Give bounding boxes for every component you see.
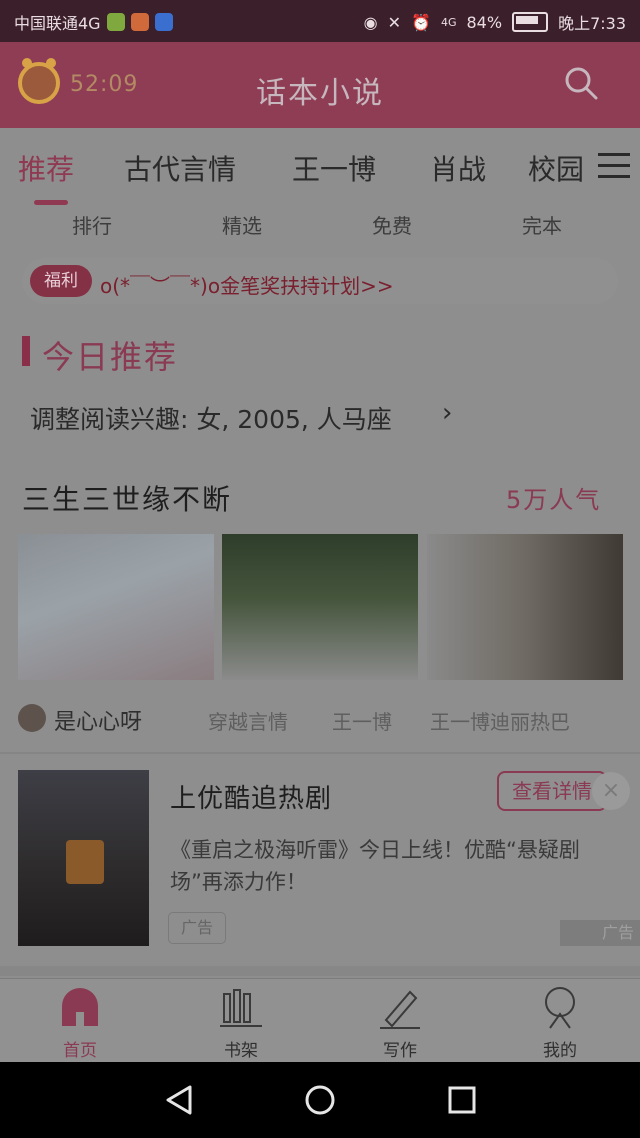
search-icon[interactable]: [564, 66, 598, 100]
battery-icon: [512, 12, 549, 32]
book-tag[interactable]: 王一博: [332, 706, 392, 735]
book-tag[interactable]: 王一博迪丽热巴: [430, 706, 570, 735]
subtab-ranking[interactable]: 排行: [72, 210, 112, 239]
close-icon[interactable]: ×: [592, 772, 630, 810]
menu-icon[interactable]: [598, 153, 630, 179]
nav-profile-label[interactable]: 我的: [510, 1036, 610, 1061]
tab-wang-yibo[interactable]: 王一博: [292, 148, 376, 188]
subtab-selected[interactable]: 精选: [222, 210, 262, 239]
book-image-1[interactable]: [18, 534, 214, 680]
book-image-3[interactable]: [427, 534, 623, 680]
divider: [0, 966, 640, 976]
book-image-2[interactable]: [222, 534, 418, 680]
video-app-icon: [130, 13, 149, 31]
book-title[interactable]: 三生三世缘不断: [22, 478, 232, 518]
tab-ancient-romance[interactable]: 古代言情: [124, 148, 236, 188]
status-left: 中国联通4G: [14, 10, 173, 34]
home-icon[interactable]: [60, 986, 100, 1030]
chevron-right-icon[interactable]: ›: [442, 398, 452, 428]
active-tab-indicator: [34, 200, 68, 205]
subtab-free[interactable]: 免费: [372, 210, 412, 239]
subtab-completed[interactable]: 完本: [522, 210, 562, 239]
wifi-icon: ◉: [363, 12, 378, 32]
nav-write-label[interactable]: 写作: [350, 1036, 450, 1061]
status-bar: 中国联通4G ◉ ✕ ⏰ 4G 84% 晚上7:33: [0, 0, 640, 42]
welfare-badge: 福利: [30, 265, 92, 297]
promo-text[interactable]: o(*￣︶￣*)o金笔奖扶持计划>>: [100, 270, 394, 299]
section-title-today: 今日推荐: [42, 338, 179, 376]
carrier-label: 中国联通4G: [14, 14, 101, 33]
back-icon[interactable]: [164, 1084, 194, 1116]
bookshelf-icon[interactable]: [220, 986, 262, 1030]
section-marker: [22, 336, 30, 366]
clock: 晚上7:33: [558, 14, 626, 33]
adjust-interest-link[interactable]: 调整阅读兴趣: 女, 2005, 人马座: [30, 400, 392, 436]
alarm-status-icon: ⏰: [411, 12, 431, 32]
page-title: 话本小说: [256, 76, 384, 111]
ad-label: 广告: [168, 912, 226, 944]
mute-icon: ✕: [387, 12, 402, 32]
tab-campus[interactable]: 校园: [528, 148, 584, 188]
pen-icon[interactable]: [378, 986, 422, 1030]
ad-poster-image[interactable]: [18, 770, 149, 946]
book-tag[interactable]: 穿越言情: [208, 706, 288, 735]
tv-app-icon: [154, 13, 173, 31]
recents-icon[interactable]: [448, 1086, 476, 1114]
nav-home-label[interactable]: 首页: [30, 1036, 130, 1061]
signal-label: 4G: [440, 15, 457, 29]
home-circle-icon[interactable]: [304, 1084, 336, 1116]
app-icon: [106, 13, 125, 31]
nav-bookshelf-label[interactable]: 书架: [191, 1036, 291, 1061]
author-name[interactable]: 是心心呀: [54, 704, 142, 736]
status-right: ◉ ✕ ⏰ 4G 84% 晚上7:33: [364, 10, 626, 34]
ad-watermark: 广告: [560, 920, 640, 946]
battery-percent: 84%: [466, 12, 503, 32]
profile-icon[interactable]: [540, 986, 580, 1030]
tab-xiao-zhan[interactable]: 肖战: [430, 148, 486, 188]
ad-description: 《重启之极海听雷》今日上线！优酷“悬疑剧场”再添力作！: [170, 838, 580, 894]
view-details-button[interactable]: 查看详情: [497, 771, 607, 811]
tab-recommend[interactable]: 推荐: [18, 148, 74, 188]
avatar[interactable]: [18, 704, 46, 732]
ad-title[interactable]: 上优酷追热剧: [170, 778, 332, 815]
divider: [0, 752, 640, 754]
popularity-count: 5万人气: [506, 486, 602, 514]
